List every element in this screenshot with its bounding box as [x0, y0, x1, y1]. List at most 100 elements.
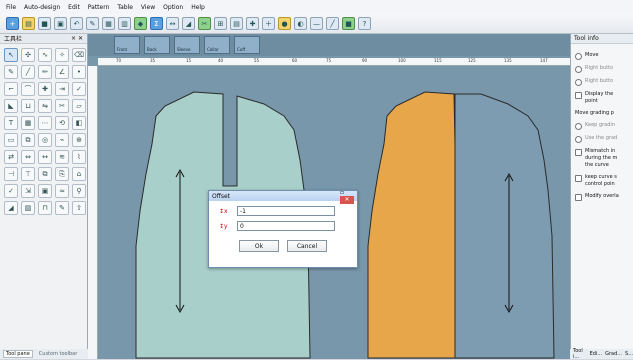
- symbol-icon[interactable]: Σ: [150, 17, 163, 30]
- color-icon[interactable]: ◐: [294, 17, 307, 30]
- move-option[interactable]: Move: [575, 52, 629, 60]
- use-grading-option[interactable]: Use the grad: [575, 135, 629, 143]
- cut-tool-icon[interactable]: ✂: [55, 99, 69, 113]
- tool-info-tab[interactable]: Tool i...: [573, 348, 587, 360]
- grading-icon[interactable]: ⊞: [214, 17, 227, 30]
- drill-tool-icon[interactable]: ◎: [38, 133, 52, 147]
- fold-tool-icon[interactable]: ▱: [72, 99, 86, 113]
- display-point-checkbox[interactable]: [575, 92, 582, 99]
- thumbnail-sleeve[interactable]: Sleeve: [174, 36, 200, 54]
- table-icon[interactable]: ▦: [102, 17, 115, 30]
- label-tool-icon[interactable]: ⌂: [72, 167, 86, 181]
- right-button-option-1[interactable]: Right butto: [575, 65, 629, 73]
- brush-tool-icon[interactable]: ✏: [38, 65, 52, 79]
- layer-tool-icon[interactable]: ⧉: [21, 133, 35, 147]
- pleat-tool-icon[interactable]: ≋: [55, 150, 69, 164]
- close-icon[interactable]: × ✕: [71, 35, 83, 42]
- menu-file[interactable]: File: [6, 4, 16, 11]
- thumbnail-front[interactable]: Front: [114, 36, 140, 54]
- save-as-icon[interactable]: ▣: [54, 17, 67, 30]
- right-button-radio-2[interactable]: [575, 79, 582, 86]
- menu-option[interactable]: Option: [163, 4, 183, 11]
- tools-icon[interactable]: ✚: [246, 17, 259, 30]
- mismatch-option[interactable]: Mismatch induring the mthe curve: [575, 148, 629, 169]
- eraser-tool-icon[interactable]: ⌫: [72, 48, 86, 62]
- right-button-option-2[interactable]: Right butto: [575, 78, 629, 86]
- keep-curve-checkbox[interactable]: [575, 175, 582, 182]
- right-button-radio-1[interactable]: [575, 66, 582, 73]
- nest-tool-icon[interactable]: ▣: [38, 184, 52, 198]
- tool-pane-tab[interactable]: Tool pane: [3, 350, 33, 358]
- pencil-tool-icon[interactable]: ✎: [4, 65, 18, 79]
- pattern-workspace[interactable]: Front Back Sleeve Collar Cuff 70 35 15 4…: [88, 34, 570, 359]
- hem-tool-icon[interactable]: ⊓: [38, 201, 52, 215]
- keep-grading-radio[interactable]: [575, 123, 582, 130]
- export-tool-icon[interactable]: ⇧: [72, 201, 86, 215]
- notch-tool-icon[interactable]: ⊔: [21, 99, 35, 113]
- use-grading-radio[interactable]: [575, 136, 582, 143]
- keep-curve-option[interactable]: keep curve scontrol poin: [575, 174, 629, 188]
- dart2-tool-icon[interactable]: ◢: [4, 201, 18, 215]
- move-radio[interactable]: [575, 53, 582, 60]
- minimize-icon[interactable]: ▫: [340, 189, 344, 196]
- calendar-icon[interactable]: ▤: [230, 17, 243, 30]
- plus-icon[interactable]: ＋: [262, 17, 275, 30]
- paste-tool-icon[interactable]: ⎘: [55, 167, 69, 181]
- thumbnail-cuff[interactable]: Cuff: [234, 36, 260, 54]
- curve-tool-icon[interactable]: ∿: [38, 48, 52, 62]
- line-icon[interactable]: ╱: [326, 17, 339, 30]
- thumbnail-back[interactable]: Back: [144, 36, 170, 54]
- thumbnail-collar[interactable]: Collar: [204, 36, 230, 54]
- keep-grading-option[interactable]: Keep gradin: [575, 122, 629, 130]
- mirror-tool-icon[interactable]: ⇋: [38, 99, 52, 113]
- check-tool-icon[interactable]: ✓: [4, 184, 18, 198]
- line-tool-icon[interactable]: ╱: [21, 65, 35, 79]
- new-icon[interactable]: +: [6, 17, 19, 30]
- edit-tab[interactable]: Edi...: [590, 351, 603, 357]
- pen-icon[interactable]: ✎: [86, 17, 99, 30]
- match-tool-icon[interactable]: ⇔: [21, 150, 35, 164]
- measure-tool-icon[interactable]: ↔: [38, 150, 52, 164]
- open-icon[interactable]: ▤: [22, 17, 35, 30]
- shape-tool-icon[interactable]: ▭: [4, 133, 18, 147]
- modify-overlap-checkbox[interactable]: [575, 194, 582, 201]
- display-point-option[interactable]: Display thepoint: [575, 91, 629, 105]
- menu-pattern[interactable]: Pattern: [88, 4, 110, 11]
- move-tool-icon[interactable]: ✣: [21, 48, 35, 62]
- menu-view[interactable]: View: [141, 4, 155, 11]
- square-icon[interactable]: ■: [342, 17, 355, 30]
- ok-button[interactable]: Ok: [239, 240, 279, 252]
- corner-tool-icon[interactable]: ⌐: [4, 82, 18, 96]
- extend-tool-icon[interactable]: ⇥: [55, 82, 69, 96]
- select-tool-icon[interactable]: ↖: [4, 48, 18, 62]
- help-icon[interactable]: ?: [358, 17, 371, 30]
- mismatch-checkbox[interactable]: [575, 149, 582, 156]
- split-tool-icon[interactable]: ⊤: [21, 167, 35, 181]
- wave-tool-icon[interactable]: ≈: [55, 184, 69, 198]
- cancel-button[interactable]: Cancel: [287, 240, 327, 252]
- rotate-tool-icon[interactable]: ⟲: [55, 116, 69, 130]
- cross-tool-icon[interactable]: ✚: [38, 82, 52, 96]
- grade-tab[interactable]: Grad...: [605, 351, 622, 357]
- menu-edit[interactable]: Edit: [68, 4, 80, 11]
- grid-tool-icon[interactable]: ▦: [21, 116, 35, 130]
- size-tool-icon[interactable]: ⇲: [21, 184, 35, 198]
- arc-tool-icon[interactable]: ⌒: [21, 82, 35, 96]
- bezier-tool-icon[interactable]: ⌇: [72, 150, 86, 164]
- angle-tool-icon[interactable]: ∠: [55, 65, 69, 79]
- close-icon[interactable]: ✕: [340, 196, 354, 204]
- s-tab[interactable]: S...: [625, 351, 633, 357]
- trace2-tool-icon[interactable]: ✎: [55, 201, 69, 215]
- x-offset-input[interactable]: -1: [237, 206, 335, 216]
- snap-tool-icon[interactable]: ⊕: [72, 133, 86, 147]
- trace-tool-icon[interactable]: ⌁: [55, 133, 69, 147]
- menu-auto-design[interactable]: Auto-design: [24, 4, 60, 11]
- pin-tool-icon[interactable]: ⚲: [72, 184, 86, 198]
- copy-tool-icon[interactable]: ⧉: [38, 167, 52, 181]
- point-tool-icon[interactable]: •: [72, 65, 86, 79]
- dart-tool-icon[interactable]: ◣: [4, 99, 18, 113]
- undo-icon[interactable]: ↶: [70, 17, 83, 30]
- marker-tool-icon[interactable]: ✓: [72, 82, 86, 96]
- symmetry-tool-icon[interactable]: ⇄: [4, 150, 18, 164]
- join-tool-icon[interactable]: ⊣: [4, 167, 18, 181]
